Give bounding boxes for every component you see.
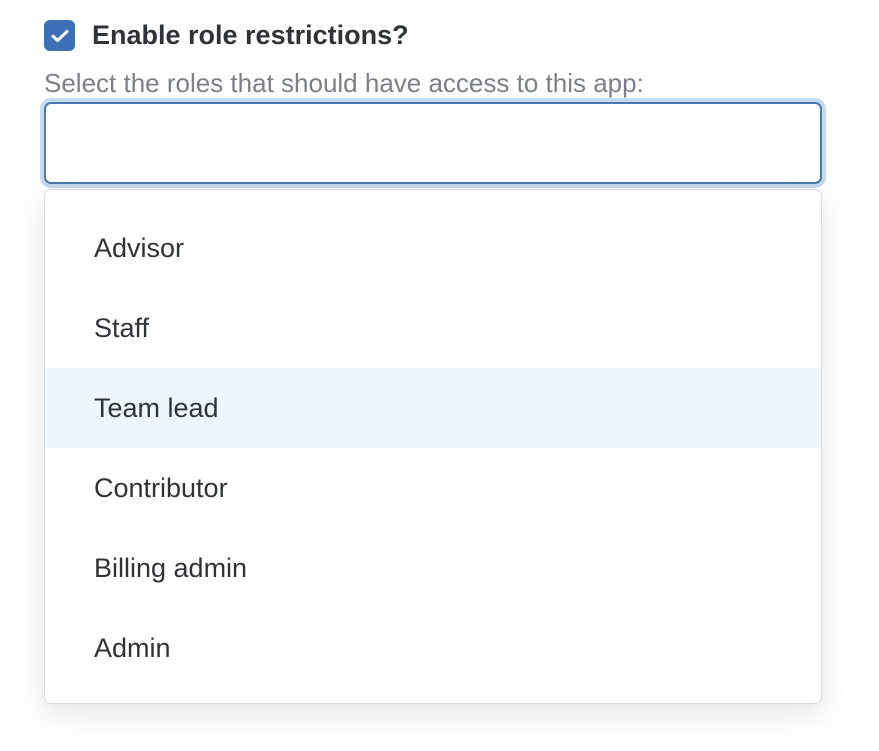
role-option-team-lead[interactable]: Team lead <box>45 368 821 448</box>
roles-help-text: Select the roles that should have access… <box>44 68 644 98</box>
roles-dropdown-menu: Advisor Staff Team lead Contributor Bill… <box>44 189 822 704</box>
enable-role-restrictions-row[interactable]: Enable role restrictions? <box>44 20 409 51</box>
role-option-admin[interactable]: Admin <box>45 608 821 688</box>
enable-role-restrictions-checkbox[interactable] <box>44 20 75 51</box>
role-restrictions-form: Enable role restrictions? Select the rol… <box>0 0 879 751</box>
role-option-advisor[interactable]: Advisor <box>45 208 821 288</box>
role-option-billing-admin[interactable]: Billing admin <box>45 528 821 608</box>
enable-role-restrictions-label[interactable]: Enable role restrictions? <box>92 20 409 51</box>
roles-search-input[interactable] <box>44 102 822 184</box>
role-option-contributor[interactable]: Contributor <box>45 448 821 528</box>
role-option-staff[interactable]: Staff <box>45 288 821 368</box>
checkmark-icon <box>51 29 68 42</box>
